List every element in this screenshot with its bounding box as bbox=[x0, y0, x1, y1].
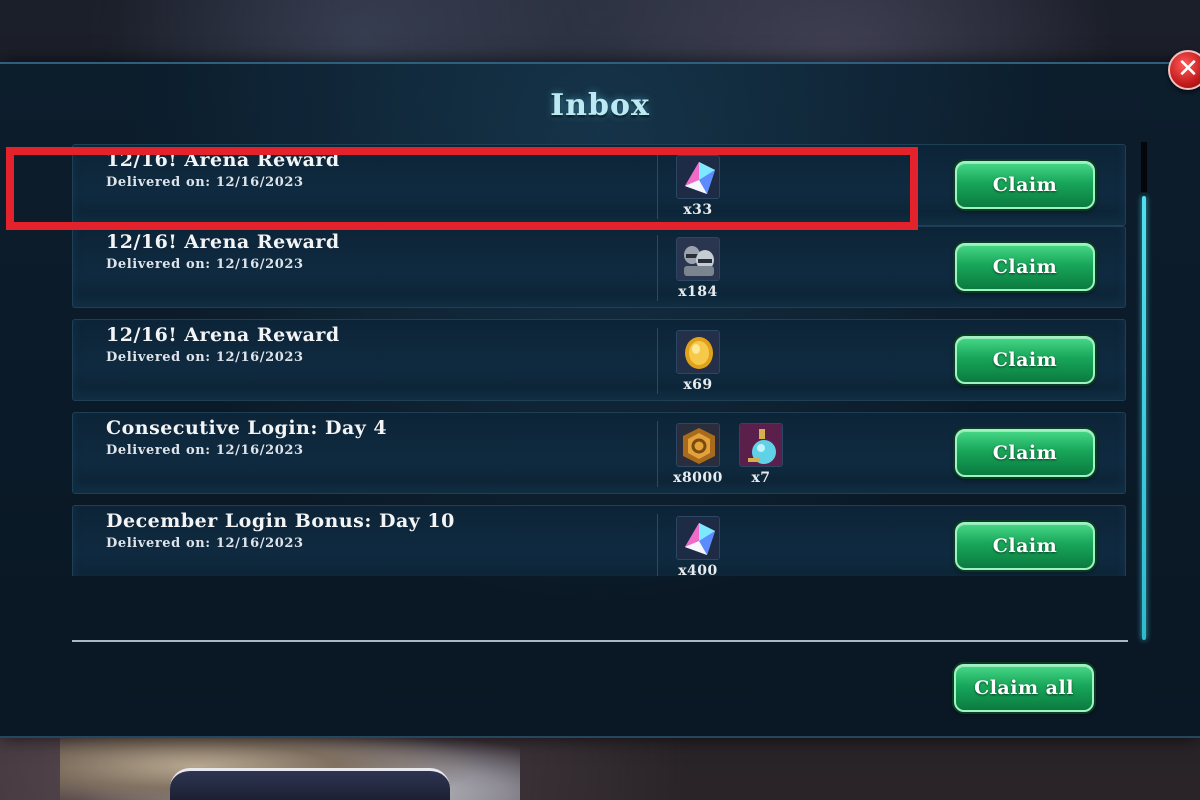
message-title: December Login Bonus: Day 10 bbox=[106, 510, 455, 532]
message-row: 12/16! Arena Reward Delivered on: 12/16/… bbox=[72, 319, 1126, 401]
gold-coin-icon bbox=[676, 330, 720, 374]
message-delivered-date: Delivered on: 12/16/2023 bbox=[106, 175, 304, 190]
reward-item[interactable]: x8000 bbox=[670, 423, 726, 486]
message-title: Consecutive Login: Day 4 bbox=[106, 417, 388, 439]
claim-button[interactable]: Claim bbox=[955, 336, 1095, 384]
reward-item[interactable]: x400 bbox=[670, 516, 726, 576]
reward-count: x400 bbox=[678, 563, 718, 576]
claim-all-button[interactable]: Claim all bbox=[954, 664, 1094, 712]
row-divider bbox=[657, 514, 658, 576]
reward-count: x184 bbox=[678, 284, 718, 300]
message-title: 12/16! Arena Reward bbox=[106, 324, 340, 346]
reward-item[interactable]: x184 bbox=[670, 237, 726, 300]
close-button[interactable]: ✕ bbox=[1168, 50, 1200, 90]
message-title: 12/16! Arena Reward bbox=[106, 149, 340, 171]
reward-count: x33 bbox=[683, 202, 713, 218]
footer-divider bbox=[72, 640, 1128, 642]
reward-count: x8000 bbox=[673, 470, 723, 486]
row-divider bbox=[657, 328, 658, 394]
row-divider bbox=[657, 235, 658, 301]
message-list[interactable]: 12/16! Arena Reward Delivered on: 12/16/… bbox=[72, 76, 1128, 576]
message-row: Consecutive Login: Day 4 Delivered on: 1… bbox=[72, 412, 1126, 494]
message-delivered-date: Delivered on: 12/16/2023 bbox=[106, 443, 304, 458]
message-delivered-date: Delivered on: 12/16/2023 bbox=[106, 536, 304, 551]
message-delivered-date: Delivered on: 12/16/2023 bbox=[106, 350, 304, 365]
claim-button[interactable]: Claim bbox=[955, 429, 1095, 477]
message-row: 12/16! Arena Reward Delivered on: 12/16/… bbox=[72, 226, 1126, 308]
message-delivered-date: Delivered on: 12/16/2023 bbox=[106, 257, 304, 272]
crystal-icon bbox=[676, 516, 720, 560]
scrollbar-track-top bbox=[1141, 142, 1147, 192]
reward-count: x7 bbox=[751, 470, 771, 486]
claim-button[interactable]: Claim bbox=[955, 522, 1095, 570]
claim-button[interactable]: Claim bbox=[955, 243, 1095, 291]
bronze-medal-icon bbox=[676, 423, 720, 467]
message-row: 12/16! Arena Reward Delivered on: 12/16/… bbox=[72, 144, 1126, 226]
row-divider bbox=[657, 153, 658, 219]
message-row: December Login Bonus: Day 10 Delivered o… bbox=[72, 505, 1126, 576]
reward-item[interactable]: x7 bbox=[733, 423, 789, 486]
scrollbar-thumb[interactable] bbox=[1142, 196, 1146, 640]
potion-icon bbox=[739, 423, 783, 467]
reward-item[interactable]: x69 bbox=[670, 330, 726, 393]
helmet-tokens-icon bbox=[676, 237, 720, 281]
claim-button[interactable]: Claim bbox=[955, 161, 1095, 209]
scrollbar[interactable] bbox=[1141, 142, 1147, 642]
crystal-icon bbox=[676, 155, 720, 199]
message-title: 12/16! Arena Reward bbox=[106, 231, 340, 253]
row-divider bbox=[657, 421, 658, 487]
background-character-skirt bbox=[170, 768, 450, 800]
reward-item[interactable]: x33 bbox=[670, 155, 726, 218]
reward-count: x69 bbox=[683, 377, 713, 393]
